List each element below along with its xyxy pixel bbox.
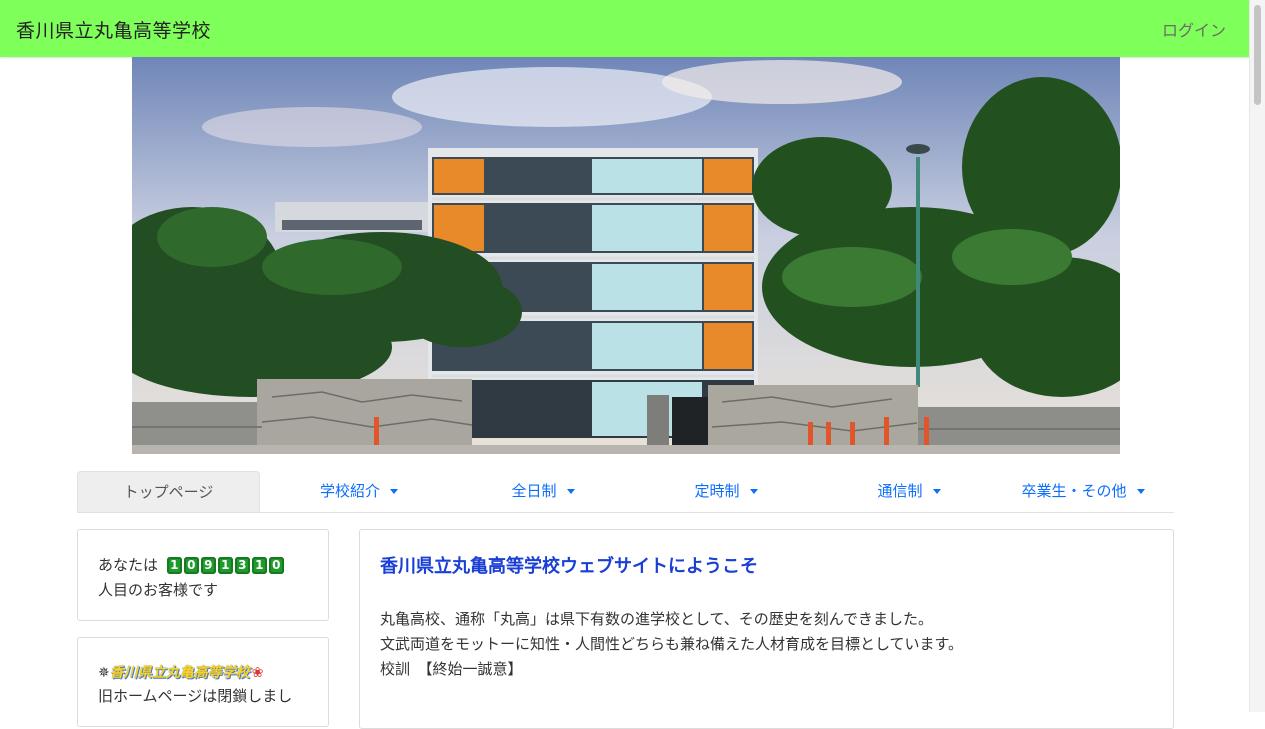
old-site-notice-card: ✵香川県立丸亀高等学校 ❀ 旧ホームページは閉鎖しまし	[77, 637, 329, 727]
counter-digit: 1	[166, 557, 182, 574]
tab-label: 卒業生・その他	[1021, 482, 1127, 500]
scrollbar-thumb[interactable]	[1254, 5, 1261, 105]
counter-digit: 0	[183, 557, 199, 574]
welcome-title: 香川県立丸亀高等学校ウェブサイトにようこそ	[380, 556, 758, 577]
counter-digits: 1091310	[166, 552, 286, 577]
tab-full-time[interactable]: 全日制	[458, 471, 628, 512]
counter-digit: 1	[251, 557, 267, 574]
old-site-notice-text: 旧ホームページは閉鎖しまし	[98, 687, 293, 705]
school-name-banner: ✵香川県立丸亀高等学校 ❀	[98, 662, 263, 682]
welcome-body: 丸亀高校、通称「丸高」は県下有数の進学校として、その歴史を刻んできました。 文武…	[380, 607, 963, 682]
hero-school-photo	[132, 57, 1120, 454]
site-header: 香川県立丸亀高等学校 ログイン	[0, 0, 1250, 57]
caret-down-icon	[566, 489, 575, 494]
tab-part-time[interactable]: 定時制	[641, 471, 811, 512]
tab-school-intro[interactable]: 学校紹介	[274, 471, 444, 512]
counter-digit: 3	[234, 557, 250, 574]
counter-digit: 9	[200, 557, 216, 574]
page-scrollbar[interactable]	[1249, 0, 1265, 712]
tab-top-page[interactable]: トップページ	[77, 471, 260, 512]
tab-alumni-other[interactable]: 卒業生・その他	[997, 471, 1169, 512]
caret-down-icon	[1136, 489, 1145, 494]
login-link[interactable]: ログイン	[1162, 17, 1226, 41]
counter-digit: 0	[268, 557, 284, 574]
tab-label: トップページ	[123, 483, 214, 501]
flower-icon: ❀	[251, 665, 264, 681]
caret-down-icon	[390, 489, 398, 494]
welcome-line: 文武両道をモットーに知性・人間性どちらも兼ね備えた人材育成を目標としています。	[380, 635, 964, 653]
counter-digit: 1	[217, 557, 233, 574]
welcome-line: 丸亀高校、通称「丸高」は県下有数の進学校として、その歴史を刻んできました。	[380, 610, 934, 628]
site-title[interactable]: 香川県立丸亀高等学校	[16, 16, 211, 43]
tab-label: 全日制	[511, 482, 557, 500]
main-nav-tabs: トップページ 学校紹介 全日制 定時制 通信制 卒業生・その他	[77, 471, 1174, 513]
school-motto: 校訓 【終始一誠意】	[380, 660, 523, 678]
welcome-card: 香川県立丸亀高等学校ウェブサイトにようこそ 丸亀高校、通称「丸高」は県下有数の進…	[359, 529, 1174, 729]
tab-label: 学校紹介	[319, 482, 380, 500]
visitor-counter: あなたは 1091310 人目のお客様です	[98, 552, 286, 603]
tab-label: 定時制	[694, 482, 740, 500]
caret-down-icon	[932, 489, 941, 494]
banner-school-name: 香川県立丸亀高等学校	[109, 665, 250, 681]
emblem-icon: ✵	[98, 665, 110, 681]
tab-label: 通信制	[877, 482, 923, 500]
counter-prefix: あなたは	[98, 556, 159, 574]
visitor-counter-card: あなたは 1091310 人目のお客様です	[77, 529, 329, 621]
counter-suffix: 人目のお客様です	[98, 581, 219, 599]
caret-down-icon	[749, 489, 758, 494]
tab-correspondence[interactable]: 通信制	[824, 471, 994, 512]
